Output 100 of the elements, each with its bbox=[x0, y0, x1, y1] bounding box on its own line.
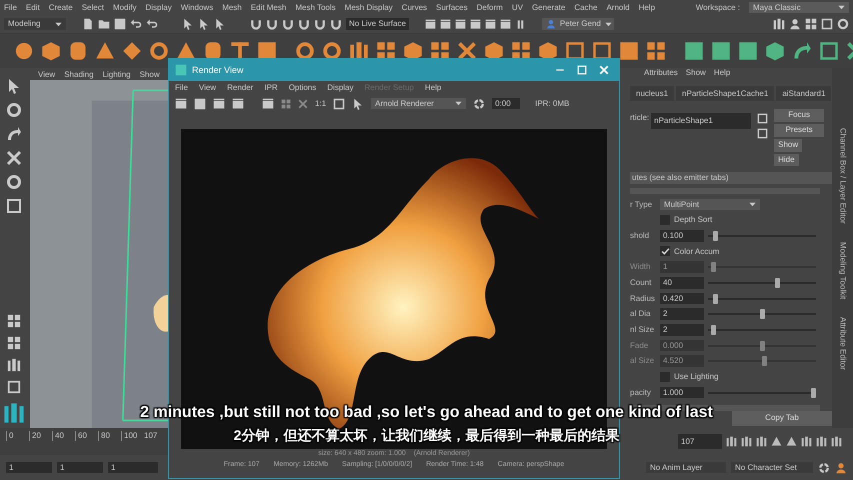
ring-icon[interactable] bbox=[6, 174, 22, 190]
cone-icon[interactable] bbox=[176, 41, 196, 61]
clapper-icon[interactable] bbox=[262, 98, 274, 110]
magnet-icon[interactable] bbox=[298, 18, 310, 30]
cross-icon[interactable] bbox=[6, 150, 22, 166]
folder-icon[interactable] bbox=[98, 18, 110, 30]
menu-item[interactable]: View bbox=[198, 82, 216, 92]
magnet-icon[interactable] bbox=[282, 18, 294, 30]
character-set-dropdown[interactable]: No Character Set bbox=[731, 462, 813, 474]
menu-item[interactable]: Curves bbox=[402, 2, 428, 12]
menu-item[interactable]: Create bbox=[48, 2, 73, 12]
live-surface-field[interactable]: No Live Surface bbox=[346, 18, 409, 30]
bars-icon[interactable] bbox=[773, 18, 785, 30]
menu-item[interactable]: Generate bbox=[532, 2, 566, 12]
page-icon[interactable] bbox=[82, 18, 94, 30]
menu-item[interactable]: Cache bbox=[574, 2, 598, 12]
slider-thumb[interactable] bbox=[713, 294, 718, 304]
clapper-icon[interactable] bbox=[213, 98, 225, 110]
menu-item[interactable]: Show bbox=[140, 70, 160, 80]
renderer-dropdown[interactable]: Arnold Renderer bbox=[371, 98, 466, 110]
square-icon[interactable] bbox=[738, 41, 758, 61]
anim-layer-dropdown[interactable]: No Anim Layer bbox=[646, 462, 726, 474]
ring-icon[interactable] bbox=[149, 41, 169, 61]
ring-icon[interactable] bbox=[322, 41, 342, 61]
slider-thumb[interactable] bbox=[760, 309, 764, 320]
editor-tab[interactable]: nucleus1 bbox=[630, 86, 674, 102]
menu-item[interactable]: Render bbox=[227, 82, 254, 92]
clapper-icon[interactable] bbox=[424, 18, 436, 30]
menu-item[interactable]: Show bbox=[686, 68, 706, 78]
mode-dropdown[interactable]: Modeling bbox=[4, 18, 66, 30]
frame-icon[interactable] bbox=[333, 98, 346, 110]
type-dropdown[interactable]: MultiPoint bbox=[660, 198, 760, 210]
menu-item[interactable]: Mesh bbox=[222, 2, 242, 12]
checkbox[interactable] bbox=[660, 372, 670, 382]
person-icon[interactable] bbox=[789, 18, 801, 30]
ring-icon[interactable] bbox=[837, 18, 849, 30]
cylinder-icon[interactable] bbox=[68, 41, 88, 61]
frame-icon[interactable] bbox=[819, 41, 839, 61]
pointer-icon[interactable] bbox=[214, 18, 226, 30]
side-tab[interactable]: Channel Box / Layer Editor bbox=[838, 128, 848, 224]
section-header[interactable]: utes (see also emitter tabs) bbox=[630, 172, 832, 184]
grid-icon[interactable] bbox=[646, 41, 666, 61]
range-field[interactable]: 1 bbox=[108, 462, 158, 474]
menu-item[interactable]: Help bbox=[424, 82, 442, 92]
play-backwards-icon[interactable] bbox=[771, 436, 782, 447]
diamond-icon[interactable] bbox=[122, 41, 142, 61]
menu-item[interactable]: Attributes bbox=[644, 68, 678, 78]
cube-icon[interactable] bbox=[765, 41, 785, 61]
editor-button[interactable]: Show bbox=[774, 138, 802, 152]
close-icon[interactable] bbox=[599, 65, 609, 75]
cross-icon[interactable] bbox=[298, 98, 308, 108]
cube-icon[interactable] bbox=[538, 41, 558, 61]
cube-icon[interactable] bbox=[484, 41, 504, 61]
zoom-button[interactable]: 1:1 bbox=[315, 98, 326, 108]
bars-icon[interactable] bbox=[7, 358, 21, 372]
slider-thumb[interactable] bbox=[774, 278, 780, 288]
menu-item[interactable]: Modify bbox=[112, 2, 136, 12]
cube-icon[interactable] bbox=[403, 41, 423, 61]
maximize-icon[interactable] bbox=[577, 65, 587, 75]
frame-icon[interactable] bbox=[821, 18, 833, 30]
magnet-icon[interactable] bbox=[250, 18, 262, 30]
menu-item[interactable]: Mesh Display bbox=[344, 2, 393, 12]
play-icon[interactable] bbox=[786, 436, 797, 447]
menu-item[interactable]: Help bbox=[638, 2, 656, 12]
menu-item[interactable]: Edit Mesh bbox=[250, 2, 286, 12]
person-icon[interactable] bbox=[835, 462, 847, 474]
clapper-icon[interactable] bbox=[454, 18, 466, 30]
menu-item[interactable]: Surfaces bbox=[436, 2, 468, 12]
slider-thumb[interactable] bbox=[811, 388, 816, 398]
menu-item[interactable]: Windows bbox=[180, 2, 214, 12]
menu-item[interactable]: File bbox=[4, 2, 17, 12]
clapper-icon[interactable] bbox=[232, 98, 244, 110]
square-icon[interactable] bbox=[194, 98, 206, 110]
ring-icon[interactable] bbox=[6, 102, 22, 118]
editor-button[interactable]: Hide bbox=[774, 154, 799, 166]
menu-item[interactable]: File bbox=[175, 82, 188, 92]
grid-icon[interactable] bbox=[7, 314, 21, 328]
cross-icon[interactable] bbox=[457, 41, 477, 61]
magnet-icon[interactable] bbox=[314, 18, 326, 30]
editor-button[interactable]: Focus bbox=[774, 109, 824, 122]
menu-item[interactable]: View bbox=[38, 70, 56, 80]
menu-item[interactable]: Mesh Tools bbox=[295, 2, 336, 12]
slider-thumb[interactable] bbox=[713, 230, 718, 241]
checkbox[interactable] bbox=[660, 246, 670, 256]
menu-item[interactable]: Arnold bbox=[606, 2, 630, 12]
side-tab[interactable]: Attribute Editor bbox=[838, 316, 848, 370]
clapper-icon[interactable] bbox=[175, 98, 187, 110]
frame-icon[interactable] bbox=[592, 41, 612, 61]
sphere-icon[interactable] bbox=[14, 41, 34, 61]
square-icon[interactable] bbox=[619, 41, 639, 61]
square-icon[interactable] bbox=[684, 41, 704, 61]
menu-item[interactable]: Edit bbox=[26, 2, 40, 12]
value-field[interactable]: 0.100 bbox=[660, 230, 704, 242]
clapper-icon[interactable] bbox=[440, 18, 451, 30]
value-field[interactable]: 2 bbox=[660, 324, 704, 336]
menu-item[interactable]: Help bbox=[714, 68, 730, 78]
menu-item[interactable]: Display bbox=[327, 82, 354, 92]
slider-thumb[interactable] bbox=[711, 324, 716, 335]
menu-item[interactable]: Deform bbox=[476, 2, 503, 12]
menu-item[interactable]: Display bbox=[146, 2, 172, 12]
